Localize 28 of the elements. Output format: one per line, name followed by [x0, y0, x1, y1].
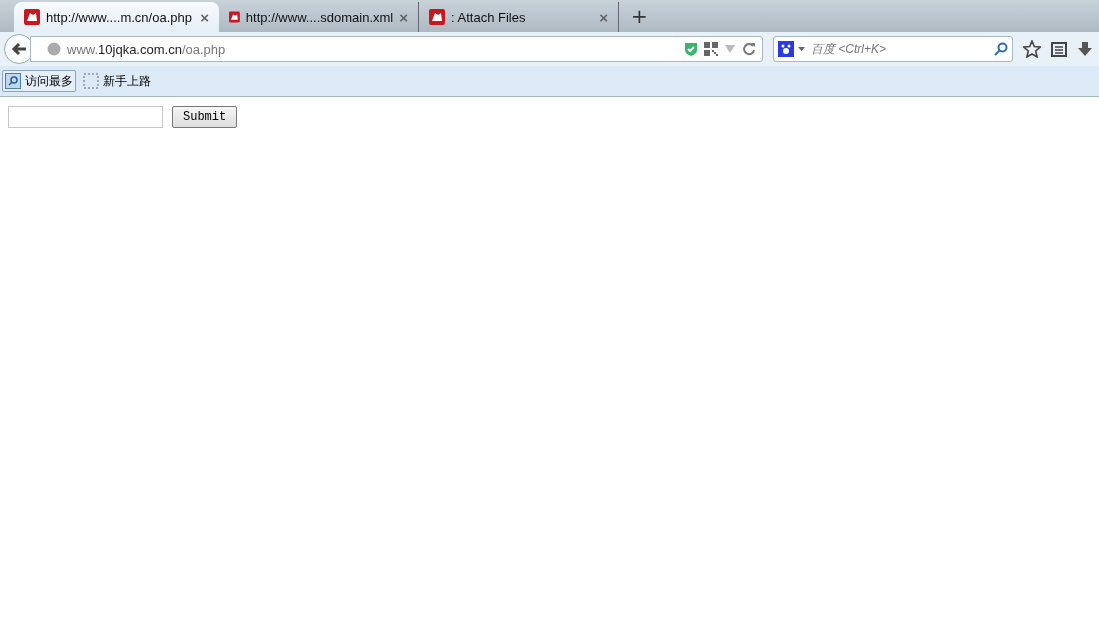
caret-icon[interactable]	[798, 47, 805, 51]
tab-close-button[interactable]: ×	[200, 8, 209, 26]
submit-button[interactable]: Submit	[172, 106, 238, 128]
site-icon	[429, 9, 445, 25]
clipboard-icon[interactable]	[1051, 41, 1067, 57]
url-text: www.10jqka.com.cn/oa.php	[67, 41, 227, 57]
search-icon[interactable]	[994, 42, 1008, 56]
site-icon	[24, 9, 40, 25]
search-box[interactable]: 百度 <Ctrl+K>	[773, 36, 1013, 62]
download-icon[interactable]	[1077, 41, 1093, 57]
bookmark-item[interactable]: 访问最多	[2, 70, 76, 92]
reload-icon[interactable]	[742, 42, 756, 56]
star-icon[interactable]	[1023, 40, 1041, 58]
address-bar[interactable]: www.10jqka.com.cn/oa.php	[30, 36, 763, 62]
new-tab-button[interactable]: +	[619, 4, 660, 32]
site-icon	[229, 9, 240, 25]
paw-icon[interactable]	[778, 41, 794, 57]
text-input[interactable]	[8, 106, 163, 128]
bookmark-item[interactable]: 新手上路	[80, 70, 154, 92]
dashed-square-icon	[83, 73, 99, 89]
shield-icon[interactable]	[684, 41, 698, 57]
magnifier-icon	[5, 73, 21, 89]
left-arrow-icon	[10, 40, 28, 58]
tab-title: http://www....m.cn/oa.php	[46, 9, 193, 25]
qr-code-icon[interactable]	[704, 42, 718, 56]
tab-title: http://www....sdomain.xml	[245, 9, 394, 25]
tab-title: : Attach Files	[451, 9, 527, 25]
browser-tab[interactable]: http://www....m.cn/oa.php ×	[14, 2, 219, 32]
